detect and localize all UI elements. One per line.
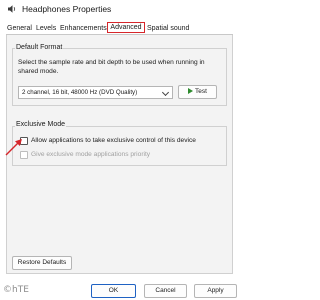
red-arrow-icon <box>5 139 22 156</box>
tab-spatial-sound[interactable]: Spatial sound <box>147 25 189 32</box>
restore-defaults-button[interactable]: Restore Defaults <box>12 256 72 270</box>
chevron-down-icon <box>161 88 170 97</box>
tab-advanced[interactable]: Advanced <box>107 22 145 33</box>
play-icon <box>188 88 194 94</box>
allow-exclusive-label[interactable]: Allow applications to take exclusive con… <box>31 137 196 144</box>
cancel-button[interactable]: Cancel <box>144 284 187 298</box>
default-format-description: Select the sample rate and bit depth to … <box>18 59 205 75</box>
tab-enhancements[interactable]: Enhancements <box>60 25 107 32</box>
ok-button[interactable]: OK <box>91 284 136 298</box>
default-format-value: 2 channel, 16 bit, 48000 Hz (DVD Quality… <box>22 89 138 96</box>
exclusive-mode-group <box>12 126 227 166</box>
exclusive-mode-label: Exclusive Mode <box>15 121 67 128</box>
title-bar: Headphones Properties <box>0 0 239 18</box>
exclusive-priority-label[interactable]: Give exclusive mode applications priorit… <box>31 151 150 158</box>
watermark: ©hTE <box>3 285 29 295</box>
speaker-icon <box>8 5 16 13</box>
apply-button[interactable]: Apply <box>194 284 237 298</box>
test-button[interactable]: Test <box>178 85 217 99</box>
test-button-label: Test <box>195 88 207 95</box>
window-title: Headphones Properties <box>22 4 112 14</box>
tab-levels[interactable]: Levels <box>36 25 56 32</box>
tab-general[interactable]: General <box>7 25 32 32</box>
default-format-label: Default Format <box>15 44 64 51</box>
default-format-select[interactable]: 2 channel, 16 bit, 48000 Hz (DVD Quality… <box>18 86 173 99</box>
